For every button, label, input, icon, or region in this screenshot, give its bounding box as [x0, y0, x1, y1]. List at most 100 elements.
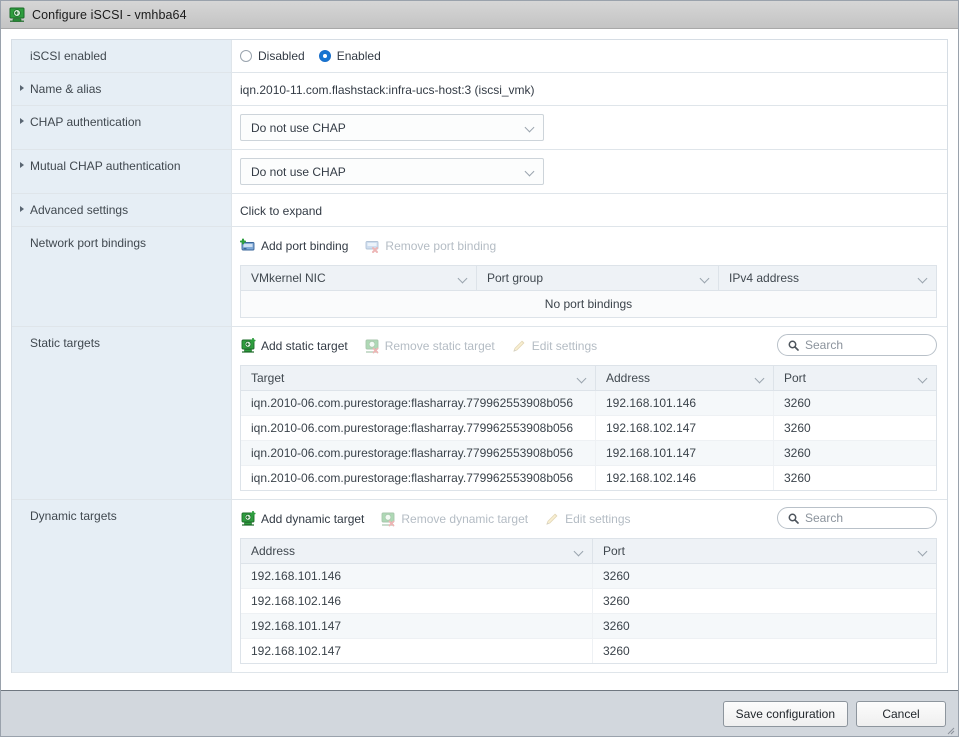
value-iscsi-enabled: Disabled Enabled [232, 40, 947, 72]
dynamic-targets-search-input[interactable]: Search [777, 507, 937, 529]
edit-dynamic-target-settings-button[interactable]: Edit settings [544, 511, 631, 527]
cell-port: 3260 [603, 594, 630, 608]
dynamic-targets-toolbar: Add dynamic target Remove dynamic target… [240, 507, 937, 530]
configure-iscsi-dialog: Configure iSCSI - vmhba64 iSCSI enabled … [0, 0, 959, 737]
cell-target: iqn.2010-06.com.purestorage:flasharray.7… [241, 416, 596, 440]
add-target-icon [240, 337, 256, 354]
label-advanced-text: Advanced settings [30, 203, 129, 217]
static-targets-table-header: Target Address Port [241, 366, 936, 391]
cell-port: 3260 [603, 619, 630, 633]
column-header-vmkernel-nic[interactable]: VMkernel NIC [241, 266, 477, 290]
value-network-port-bindings: Add port binding Remove port binding VMk… [232, 227, 947, 326]
column-header-port-group[interactable]: Port group [477, 266, 719, 290]
table-row[interactable]: iqn.2010-06.com.purestorage:flasharray.7… [241, 416, 936, 441]
cell-address: 192.168.101.147 [241, 614, 593, 638]
column-header-port-group-label: Port group [487, 271, 544, 285]
table-row[interactable]: 192.168.101.146 3260 [241, 564, 936, 589]
chevron-down-icon [756, 374, 765, 383]
add-target-icon [240, 510, 256, 527]
chevron-down-icon [919, 547, 928, 556]
remove-target-icon [364, 338, 380, 354]
cell-target: iqn.2010-06.com.purestorage:flasharray.7… [241, 466, 596, 490]
table-row[interactable]: 192.168.102.147 3260 [241, 639, 936, 663]
label-name-alias[interactable]: Name & alias [12, 73, 232, 105]
static-targets-search-input[interactable]: Search [777, 334, 937, 356]
column-header-static-port[interactable]: Port [774, 366, 936, 390]
save-configuration-button[interactable]: Save configuration [722, 700, 848, 727]
remove-port-binding-label: Remove port binding [385, 239, 497, 253]
cell-address: 192.168.102.146 [596, 466, 774, 490]
row-network-port-bindings: Network port bindings Add port binding R… [12, 227, 947, 327]
radio-disabled-icon[interactable] [240, 50, 252, 62]
static-targets-toolbar: Add static target Remove static target E… [240, 334, 937, 357]
label-mutual-chap-authentication[interactable]: Mutual CHAP authentication [12, 150, 232, 193]
column-header-dynamic-address[interactable]: Address [241, 539, 593, 563]
dynamic-targets-table-header: Address Port [241, 539, 936, 564]
value-dynamic-targets: Add dynamic target Remove dynamic target… [232, 500, 947, 672]
chevron-right-icon [20, 206, 24, 212]
add-dynamic-target-button[interactable]: Add dynamic target [240, 510, 364, 527]
iscsi-config-form: iSCSI enabled Disabled Enabled Name & al… [11, 39, 948, 673]
remove-static-target-label: Remove static target [384, 339, 495, 353]
cell-address: 192.168.101.147 [596, 441, 774, 465]
column-header-ipv4-address[interactable]: IPv4 address [719, 266, 936, 290]
iscsi-enabled-radio-group: Disabled Enabled [240, 48, 937, 63]
chevron-right-icon [20, 162, 24, 168]
label-name-alias-text: Name & alias [30, 82, 102, 96]
advanced-expand-link[interactable]: Click to expand [240, 202, 937, 218]
remove-port-binding-button[interactable]: Remove port binding [364, 238, 496, 254]
table-row[interactable]: iqn.2010-06.com.purestorage:flasharray.7… [241, 391, 936, 416]
chevron-down-icon [919, 374, 928, 383]
port-bindings-table-header: VMkernel NIC Port group IPv4 address [241, 266, 936, 291]
label-chap-authentication[interactable]: CHAP authentication [12, 106, 232, 149]
chevron-right-icon [20, 118, 24, 124]
static-targets-table: Target Address Port iqn.2010-06.com.pure… [240, 365, 937, 491]
chap-select-value: Do not use CHAP [251, 120, 346, 135]
column-header-static-address-label: Address [606, 371, 651, 385]
column-header-dynamic-port[interactable]: Port [593, 539, 936, 563]
static-targets-search-placeholder: Search [805, 338, 844, 352]
column-header-target[interactable]: Target [241, 366, 596, 390]
table-row[interactable]: 192.168.102.146 3260 [241, 589, 936, 614]
edit-dynamic-settings-label: Edit settings [565, 512, 631, 526]
remove-static-target-button[interactable]: Remove static target [364, 338, 495, 354]
chap-select[interactable]: Do not use CHAP [240, 114, 544, 141]
remove-dynamic-target-button[interactable]: Remove dynamic target [380, 511, 528, 527]
radio-option-enabled[interactable]: Enabled [318, 49, 381, 63]
value-advanced-settings[interactable]: Click to expand [232, 194, 947, 226]
table-row[interactable]: iqn.2010-06.com.purestorage:flasharray.7… [241, 441, 936, 466]
pencil-icon [544, 511, 560, 527]
label-advanced-settings[interactable]: Advanced settings [12, 194, 232, 226]
mutual-chap-select[interactable]: Do not use CHAP [240, 158, 544, 185]
cell-target: iqn.2010-06.com.purestorage:flasharray.7… [241, 441, 596, 465]
column-header-target-label: Target [251, 371, 285, 385]
cell-address: 192.168.102.146 [241, 589, 593, 613]
cancel-button[interactable]: Cancel [856, 700, 946, 727]
value-name-alias: iqn.2010-11.com.flashstack:infra-ucs-hos… [232, 73, 947, 105]
edit-static-target-settings-button[interactable]: Edit settings [511, 338, 597, 354]
column-header-ipv4-address-label: IPv4 address [729, 271, 800, 285]
resize-grip-icon[interactable] [945, 724, 955, 735]
label-dynamic-targets: Dynamic targets [12, 500, 232, 672]
row-advanced-settings: Advanced settings Click to expand [12, 194, 947, 227]
table-row[interactable]: iqn.2010-06.com.purestorage:flasharray.7… [241, 466, 936, 490]
radio-enabled-icon[interactable] [318, 50, 331, 62]
cell-address: 192.168.101.146 [241, 564, 593, 588]
window-titlebar: Configure iSCSI - vmhba64 [1, 1, 958, 29]
add-nic-icon [239, 238, 256, 254]
radio-option-disabled[interactable]: Disabled [240, 49, 305, 63]
add-static-target-label: Add static target [261, 339, 348, 353]
search-icon [788, 340, 799, 351]
table-row[interactable]: 192.168.101.147 3260 [241, 614, 936, 639]
add-static-target-button[interactable]: Add static target [240, 337, 348, 354]
label-network-port-bindings: Network port bindings [12, 227, 232, 326]
value-chap-authentication: Do not use CHAP [232, 106, 947, 149]
label-chap-text: CHAP authentication [30, 115, 142, 129]
add-port-binding-button[interactable]: Add port binding [239, 238, 348, 254]
row-dynamic-targets: Dynamic targets Add dynamic target Remov… [12, 500, 947, 673]
column-header-static-address[interactable]: Address [596, 366, 774, 390]
cell-port: 3260 [784, 446, 811, 460]
chevron-down-icon [919, 274, 928, 283]
remove-dynamic-target-label: Remove dynamic target [401, 512, 529, 526]
cell-port: 3260 [603, 644, 630, 658]
